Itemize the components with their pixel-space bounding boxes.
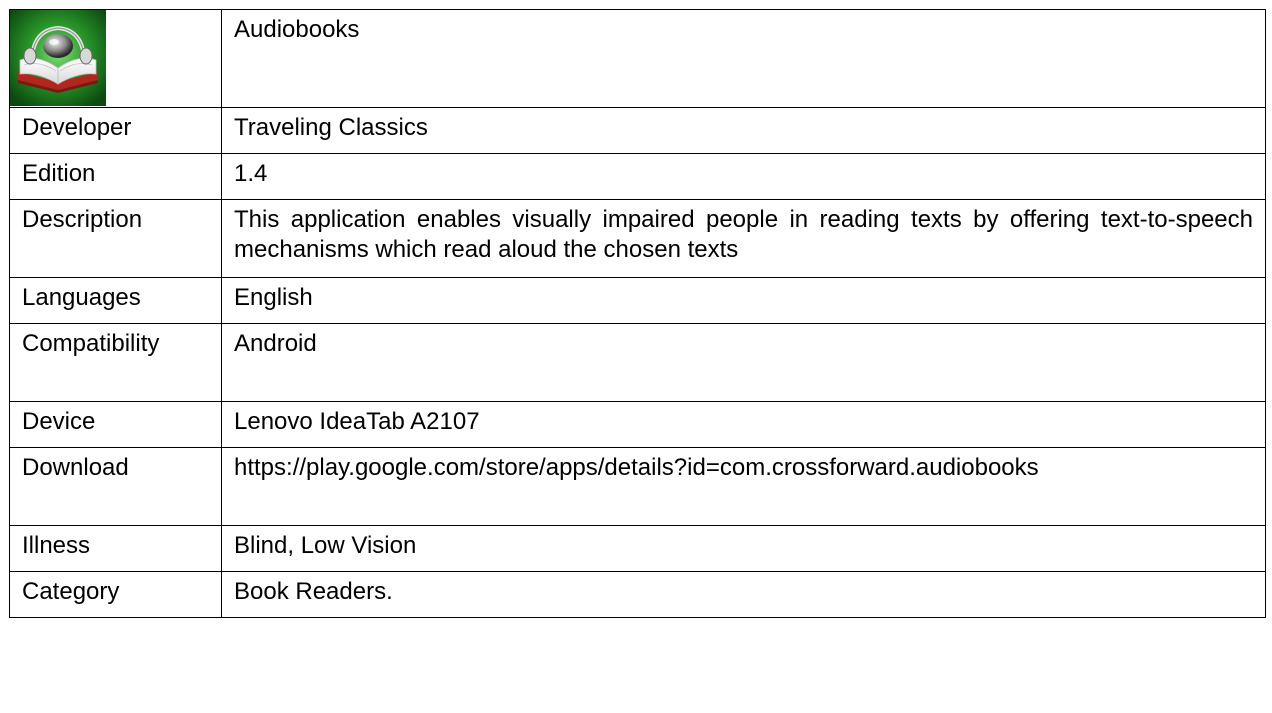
row-value: Book Readers. bbox=[221, 571, 1266, 618]
row-device: Device Lenovo IdeaTab A2107 bbox=[9, 401, 1266, 448]
row-label: Compatibility bbox=[9, 323, 222, 402]
row-edition: Edition 1.4 bbox=[9, 153, 1266, 200]
row-label: Description bbox=[9, 199, 222, 278]
app-header-row: Audiobooks bbox=[9, 9, 1266, 108]
app-info-table: Audiobooks Developer Traveling Classics … bbox=[9, 9, 1266, 618]
row-value: This application enables visually impair… bbox=[221, 199, 1266, 278]
row-compatibility: Compatibility Android bbox=[9, 323, 1266, 402]
row-illness: Illness Blind, Low Vision bbox=[9, 525, 1266, 572]
row-label: Illness bbox=[9, 525, 222, 572]
row-download: Download https://play.google.com/store/a… bbox=[9, 447, 1266, 526]
row-label: Languages bbox=[9, 277, 222, 324]
row-value: Android bbox=[221, 323, 1266, 402]
app-title: Audiobooks bbox=[221, 9, 1266, 108]
row-label: Developer bbox=[9, 107, 222, 154]
row-developer: Developer Traveling Classics bbox=[9, 107, 1266, 154]
row-value: Lenovo IdeaTab A2107 bbox=[221, 401, 1266, 448]
row-label: Edition bbox=[9, 153, 222, 200]
row-description: Description This application enables vis… bbox=[9, 199, 1266, 278]
row-label: Category bbox=[9, 571, 222, 618]
download-link[interactable]: https://play.google.com/store/apps/detai… bbox=[221, 447, 1266, 526]
row-category: Category Book Readers. bbox=[9, 571, 1266, 618]
document-page: { "app": { "icon": "audiobook-app-icon",… bbox=[0, 0, 1272, 713]
row-label: Download bbox=[9, 447, 222, 526]
row-value: Traveling Classics bbox=[221, 107, 1266, 154]
app-icon-cell bbox=[9, 9, 222, 108]
row-languages: Languages English bbox=[9, 277, 1266, 324]
row-value: English bbox=[221, 277, 1266, 324]
row-label: Device bbox=[9, 401, 222, 448]
audiobook-app-icon bbox=[10, 10, 106, 106]
row-value: Blind, Low Vision bbox=[221, 525, 1266, 572]
row-value: 1.4 bbox=[221, 153, 1266, 200]
